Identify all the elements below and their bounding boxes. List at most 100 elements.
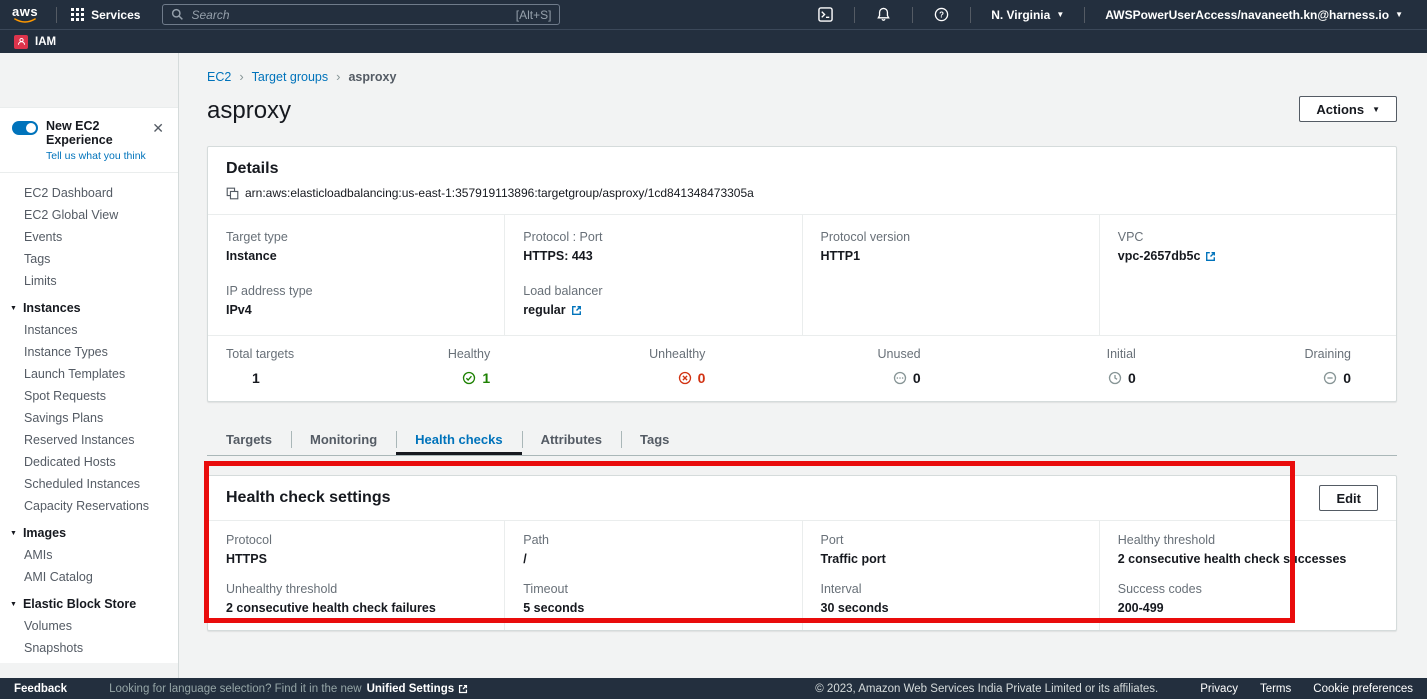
- tab-tags[interactable]: Tags: [621, 424, 688, 455]
- external-link-icon: [571, 305, 582, 316]
- top-navigation-bar: aws Services [Alt+S] ? N. Virginia ▼: [0, 0, 1427, 29]
- sidebar-item-tags[interactable]: Tags: [0, 248, 178, 270]
- field-load-balancer: Load balancer regular: [523, 285, 789, 319]
- sidebar-item-limits[interactable]: Limits: [0, 270, 178, 292]
- sidebar-item-instances[interactable]: Instances: [0, 319, 178, 341]
- sidebar-item-snapshots[interactable]: Snapshots: [0, 637, 178, 659]
- aws-logo[interactable]: aws: [12, 6, 38, 24]
- sidebar-item-dedicated-hosts[interactable]: Dedicated Hosts: [0, 451, 178, 473]
- sidebar-item-instance-types[interactable]: Instance Types: [0, 341, 178, 363]
- field-hc-port: Port Traffic port: [821, 534, 1087, 566]
- edit-button[interactable]: Edit: [1319, 485, 1378, 511]
- footer-bar: Feedback Looking for language selection?…: [0, 678, 1427, 699]
- sidebar-item-spot-requests[interactable]: Spot Requests: [0, 385, 178, 407]
- sidebar-item-events[interactable]: Events: [0, 226, 178, 248]
- targets-summary: Total targets 1 Healthy 1 Unhealthy: [208, 335, 1396, 401]
- field-timeout: Timeout 5 seconds: [523, 583, 789, 615]
- region-selector[interactable]: N. Virginia ▼: [979, 8, 1076, 22]
- nav-divider: [912, 7, 913, 23]
- sidebar-item-ec2-global-view[interactable]: EC2 Global View: [0, 204, 178, 226]
- help-button[interactable]: ?: [921, 7, 962, 22]
- field-vpc: VPC vpc-2657db5c: [1118, 231, 1384, 265]
- favorites-bar: IAM: [0, 29, 1427, 53]
- new-experience-title: New EC2 Experience: [46, 119, 148, 147]
- external-link-icon: [1205, 251, 1216, 262]
- account-menu[interactable]: AWSPowerUserAccess/navaneeth.kn@harness.…: [1093, 8, 1415, 22]
- aws-logo-text: aws: [12, 6, 38, 18]
- tab-targets[interactable]: Targets: [207, 424, 291, 455]
- terms-link[interactable]: Terms: [1260, 683, 1291, 695]
- sidebar-item-amis[interactable]: AMIs: [0, 544, 178, 566]
- language-prompt: Looking for language selection? Find it …: [109, 683, 362, 695]
- tab-strip: Targets Monitoring Health checks Attribu…: [207, 424, 1397, 456]
- breadcrumb-ec2-link[interactable]: EC2: [207, 70, 231, 84]
- breadcrumb: EC2 › Target groups › asproxy: [207, 70, 1397, 84]
- sidebar-item-volumes[interactable]: Volumes: [0, 615, 178, 637]
- sidebar-item-ec2-dashboard[interactable]: EC2 Dashboard: [0, 182, 178, 204]
- field-interval: Interval 30 seconds: [821, 583, 1087, 615]
- iam-shortcut[interactable]: IAM: [14, 35, 56, 49]
- field-hc-path: Path /: [523, 534, 789, 566]
- field-protocol-port: Protocol : Port HTTPS: 443: [523, 231, 789, 263]
- breadcrumb-current: asproxy: [348, 70, 396, 84]
- new-experience-feedback-link[interactable]: Tell us what you think: [46, 150, 148, 162]
- sidebar-item-savings-plans[interactable]: Savings Plans: [0, 407, 178, 429]
- health-check-settings-card: Health check settings Edit Protocol HTTP…: [207, 475, 1397, 631]
- svg-text:?: ?: [939, 10, 944, 19]
- draining-minus-circle-icon: [1323, 371, 1337, 385]
- account-label: AWSPowerUserAccess/navaneeth.kn@harness.…: [1105, 8, 1389, 22]
- search-icon: [171, 8, 184, 21]
- summary-initial: Initial 0: [966, 348, 1181, 386]
- health-check-grid: Protocol HTTPS Unhealthy threshold 2 con…: [208, 520, 1396, 630]
- summary-unused: Unused 0: [750, 348, 965, 386]
- sidebar-item-scheduled-instances[interactable]: Scheduled Instances: [0, 473, 178, 495]
- tab-attributes[interactable]: Attributes: [522, 424, 621, 455]
- sidebar-item-ami-catalog[interactable]: AMI Catalog: [0, 566, 178, 588]
- unhealthy-x-circle-icon: [678, 371, 692, 385]
- new-experience-toggle[interactable]: [12, 121, 38, 135]
- region-label: N. Virginia: [991, 8, 1050, 22]
- sidebar-item-reserved-instances[interactable]: Reserved Instances: [0, 429, 178, 451]
- field-protocol-version: Protocol version HTTP1: [821, 231, 1087, 263]
- breadcrumb-separator-icon: ›: [336, 72, 340, 82]
- feedback-link[interactable]: Feedback: [14, 683, 67, 695]
- sidebar-item-capacity-reservations[interactable]: Capacity Reservations: [0, 495, 178, 517]
- copy-icon[interactable]: [226, 187, 239, 200]
- caret-down-icon: ▼: [10, 305, 17, 312]
- aws-smile-icon: [13, 18, 37, 24]
- actions-button[interactable]: Actions ▼: [1299, 96, 1397, 122]
- sidebar-section-elastic-block-store[interactable]: ▼ Elastic Block Store: [0, 588, 178, 615]
- field-hc-protocol: Protocol HTTPS: [226, 534, 492, 566]
- details-title: Details: [226, 161, 1378, 177]
- page-title: asproxy: [207, 96, 291, 126]
- nav-divider: [854, 7, 855, 23]
- cookie-preferences-link[interactable]: Cookie preferences: [1313, 683, 1413, 695]
- chevron-down-icon: ▼: [1395, 10, 1403, 19]
- cloudshell-button[interactable]: [805, 7, 846, 22]
- vpc-link[interactable]: vpc-2657db5c: [1118, 250, 1217, 263]
- load-balancer-link[interactable]: regular: [523, 304, 581, 317]
- external-link-icon: [458, 684, 468, 694]
- sidebar-section-instances[interactable]: ▼ Instances: [0, 292, 178, 319]
- field-healthy-threshold: Healthy threshold 2 consecutive health c…: [1118, 534, 1384, 566]
- help-question-icon: ?: [934, 7, 949, 22]
- search-input[interactable]: [191, 8, 508, 22]
- field-unhealthy-threshold: Unhealthy threshold 2 consecutive health…: [226, 583, 492, 615]
- services-label: Services: [91, 8, 140, 22]
- search-shortcut-hint: [Alt+S]: [516, 8, 552, 22]
- details-card: Details arn:aws:elasticloadbalancing:us-…: [207, 146, 1397, 402]
- services-menu-button[interactable]: Services: [65, 8, 146, 22]
- tab-monitoring[interactable]: Monitoring: [291, 424, 396, 455]
- cloudshell-terminal-icon: [818, 7, 833, 22]
- breadcrumb-target-groups-link[interactable]: Target groups: [252, 70, 328, 84]
- privacy-link[interactable]: Privacy: [1200, 683, 1238, 695]
- unified-settings-link[interactable]: Unified Settings: [367, 683, 469, 695]
- new-experience-banner: New EC2 Experience Tell us what you thin…: [0, 108, 178, 173]
- sidebar-item-launch-templates[interactable]: Launch Templates: [0, 363, 178, 385]
- sidebar-nav: EC2 Dashboard EC2 Global View Events Tag…: [0, 173, 178, 663]
- close-icon[interactable]: ✕: [148, 119, 168, 137]
- tab-health-checks[interactable]: Health checks: [396, 424, 521, 455]
- sidebar-section-images[interactable]: ▼ Images: [0, 517, 178, 544]
- global-search[interactable]: [Alt+S]: [162, 4, 560, 25]
- notifications-button[interactable]: [863, 7, 904, 22]
